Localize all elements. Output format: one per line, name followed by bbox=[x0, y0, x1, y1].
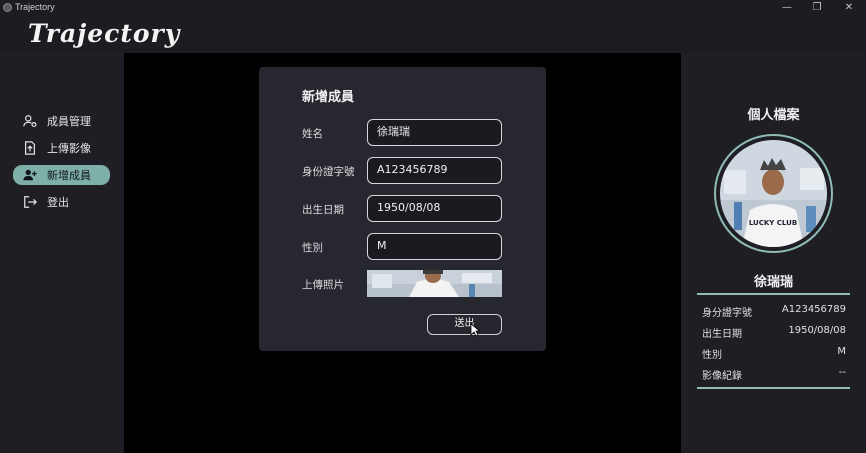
app-logo: Trajectory bbox=[28, 19, 181, 48]
app-icon bbox=[3, 3, 12, 12]
birth-date-label: 出生日期 bbox=[302, 204, 344, 216]
sidebar-item-label: 登出 bbox=[47, 196, 69, 209]
info-label-records: 影像紀錄 bbox=[702, 371, 742, 382]
app-header: Trajectory bbox=[0, 16, 866, 53]
upload-file-icon bbox=[23, 141, 37, 155]
avatar: LUCKY CLUB bbox=[714, 134, 833, 253]
profile-name: 徐瑞瑞 bbox=[753, 275, 793, 290]
sidebar-item-add-member[interactable]: 新增成員 bbox=[13, 165, 110, 185]
info-value-birth: 1950/08/08 bbox=[788, 325, 846, 336]
add-person-icon bbox=[23, 168, 37, 182]
minimize-button[interactable]: — bbox=[774, 0, 800, 16]
close-button[interactable]: ✕ bbox=[836, 0, 862, 16]
info-value-records: -- bbox=[838, 367, 846, 378]
info-value-id: A123456789 bbox=[781, 304, 846, 315]
divider bbox=[697, 293, 850, 295]
name-label: 姓名 bbox=[302, 128, 323, 140]
id-number-label: 身份證字號 bbox=[302, 166, 355, 178]
main-canvas: 新增成員 姓名 徐瑞瑞 身份證字號 A123456789 出生日期 1950/0… bbox=[124, 53, 681, 453]
sidebar-item-label: 上傳影像 bbox=[47, 142, 91, 155]
logout-icon bbox=[23, 195, 37, 209]
window-title-bar: Trajectory — ❐ ✕ bbox=[0, 0, 866, 16]
info-label-gender: 性別 bbox=[702, 350, 722, 361]
sidebar-item-member-management[interactable]: 成員管理 bbox=[13, 111, 110, 131]
divider bbox=[697, 387, 850, 389]
info-label-birth: 出生日期 bbox=[702, 329, 742, 340]
restore-button[interactable]: ❐ bbox=[804, 0, 830, 16]
add-member-dialog: 新增成員 姓名 徐瑞瑞 身份證字號 A123456789 出生日期 1950/0… bbox=[259, 67, 546, 351]
sidebar-item-upload-image[interactable]: 上傳影像 bbox=[13, 138, 110, 158]
gender-input[interactable]: M bbox=[367, 233, 502, 260]
sidebar-item-label: 新增成員 bbox=[47, 169, 91, 182]
info-label-id: 身分證字號 bbox=[702, 308, 752, 319]
sidebar-item-logout[interactable]: 登出 bbox=[13, 192, 110, 212]
submit-button[interactable]: 送出 bbox=[427, 314, 502, 335]
window-title: Trajectory bbox=[15, 2, 55, 12]
shirt-text: LUCKY CLUB bbox=[749, 219, 797, 227]
members-settings-icon bbox=[23, 114, 37, 128]
photo-preview[interactable] bbox=[367, 270, 502, 297]
sidebar-item-label: 成員管理 bbox=[47, 115, 91, 128]
name-input[interactable]: 徐瑞瑞 bbox=[367, 119, 502, 146]
mouse-cursor-icon bbox=[470, 323, 480, 337]
id-number-input[interactable]: A123456789 bbox=[367, 157, 502, 184]
sidebar: 成員管理 上傳影像 新增成員 登出 bbox=[0, 53, 124, 453]
gender-label: 性別 bbox=[302, 242, 323, 254]
upload-photo-label: 上傳照片 bbox=[302, 279, 344, 291]
profile-panel: 個人檔案 LUCKY CLUB 徐瑞瑞 身分證字號 A123456789 出生日… bbox=[681, 53, 866, 453]
profile-title: 個人檔案 bbox=[747, 108, 800, 123]
dialog-title: 新增成員 bbox=[302, 90, 355, 105]
info-value-gender: M bbox=[837, 346, 846, 357]
birth-date-input[interactable]: 1950/08/08 bbox=[367, 195, 502, 222]
